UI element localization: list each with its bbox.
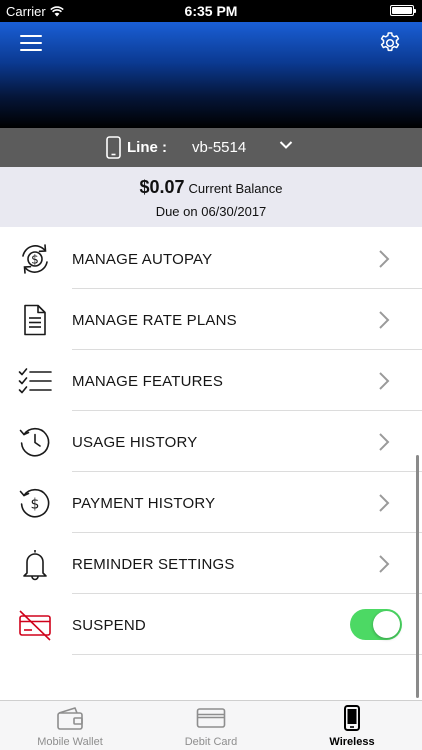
- tab-debit-card[interactable]: Debit Card: [141, 701, 281, 750]
- menu-item-label: SUSPEND: [72, 617, 146, 634]
- svg-text:$: $: [31, 497, 40, 513]
- balance-panel: $0.07 Current Balance Due on 06/30/2017: [0, 167, 422, 227]
- card-icon: [196, 708, 226, 728]
- bell-icon: [23, 550, 47, 581]
- svg-text:$: $: [31, 253, 39, 267]
- hamburger-menu-icon[interactable]: [20, 35, 42, 51]
- payment-history-icon: $: [19, 488, 50, 518]
- menu-item-label: PAYMENT HISTORY: [72, 495, 216, 512]
- chevron-down-icon[interactable]: [279, 140, 293, 150]
- menu-item-label: USAGE HISTORY: [72, 434, 198, 451]
- checklist-icon: [18, 368, 52, 394]
- due-date: Due on 06/30/2017: [155, 204, 267, 219]
- menu-item-payment-history[interactable]: $ PAYMENT HISTORY: [0, 472, 422, 533]
- tab-label: Wireless: [329, 736, 375, 748]
- clock-history-icon: [19, 427, 50, 457]
- menu-item-label: MANAGE FEATURES: [72, 373, 224, 390]
- tab-label: Mobile Wallet: [37, 736, 103, 748]
- menu-item-label: MANAGE RATE PLANS: [72, 312, 237, 329]
- toggle-knob: [373, 611, 400, 638]
- suspend-toggle[interactable]: [350, 609, 402, 640]
- scrollbar[interactable]: [416, 455, 419, 698]
- menu-item-manage-features[interactable]: MANAGE FEATURES: [0, 350, 422, 411]
- chevron-right-icon: [379, 433, 390, 451]
- menu-item-suspend: SUSPEND: [0, 594, 422, 655]
- document-icon: [24, 304, 46, 336]
- line-label: Line :: [127, 139, 167, 156]
- battery-icon: [390, 5, 416, 16]
- autopay-icon: $: [22, 244, 48, 274]
- tab-label: Debit Card: [184, 736, 238, 748]
- menu-item-reminder-settings[interactable]: REMINDER SETTINGS: [0, 533, 422, 594]
- menu-item-label: MANAGE AUTOPAY: [72, 251, 213, 268]
- status-time: 6:35 PM: [184, 3, 238, 19]
- status-bar: Carrier 6:35 PM: [0, 0, 422, 22]
- line-value: vb-5514: [192, 139, 247, 156]
- tab-wireless[interactable]: Wireless: [282, 701, 422, 750]
- tab-mobile-wallet[interactable]: Mobile Wallet: [0, 701, 140, 750]
- settings-gear-icon[interactable]: [378, 31, 402, 55]
- menu-item-label: REMINDER SETTINGS: [72, 556, 235, 573]
- phone-icon: [106, 136, 121, 159]
- tab-bar: Mobile Wallet Debit Card Wireless: [0, 700, 422, 750]
- chevron-right-icon: [379, 372, 390, 390]
- card-suspend-icon: [19, 610, 51, 641]
- line-selector[interactable]: Line : vb-5514: [0, 128, 422, 167]
- balance-label: Current Balance: [188, 181, 283, 196]
- menu-item-manage-rate-plans[interactable]: MANAGE RATE PLANS: [0, 289, 422, 350]
- chevron-right-icon: [379, 555, 390, 573]
- chevron-right-icon: [379, 311, 390, 329]
- menu-item-usage-history[interactable]: USAGE HISTORY: [0, 411, 422, 472]
- menu-item-manage-autopay[interactable]: $ MANAGE AUTOPAY: [0, 228, 422, 289]
- wallet-icon: [57, 707, 83, 730]
- chevron-right-icon: [379, 494, 390, 512]
- app-header: [0, 22, 422, 128]
- phone-icon: [344, 705, 360, 731]
- balance-amount: $0.07: [139, 177, 185, 197]
- chevron-right-icon: [379, 250, 390, 268]
- menu-list: $ MANAGE AUTOPAY MANAGE RATE PLANS MANAG…: [0, 228, 422, 655]
